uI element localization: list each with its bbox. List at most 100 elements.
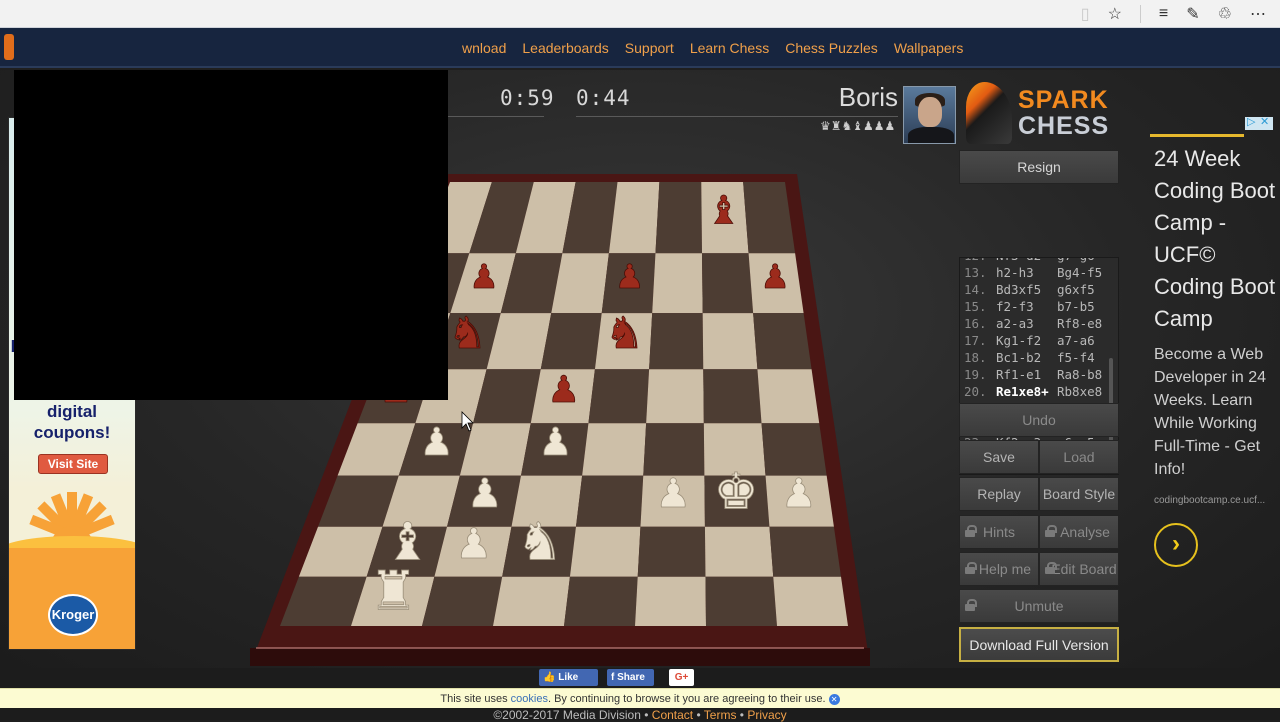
ad-url[interactable]: codingbootcamp.ce.ucf... <box>1154 495 1265 506</box>
board-square[interactable] <box>704 526 774 577</box>
white-pawn-piece[interactable]: ♟ <box>538 420 573 466</box>
white-pawn-piece[interactable]: ♟ <box>419 420 454 466</box>
board-square[interactable] <box>748 253 804 314</box>
black-move[interactable]: b7-b5 <box>1057 299 1117 316</box>
black-pawn-piece[interactable]: ♟ <box>469 257 500 297</box>
board-square[interactable] <box>582 423 647 476</box>
board-square[interactable] <box>502 526 576 577</box>
move-row[interactable]: 17. Kg1-f2 a7-a6 <box>964 333 1117 350</box>
unmute-button[interactable]: Unmute <box>959 589 1119 623</box>
board-square[interactable] <box>702 313 758 370</box>
board-square[interactable] <box>769 526 842 577</box>
board-square[interactable] <box>601 253 656 314</box>
white-pawn-piece[interactable]: ♟ <box>466 471 503 518</box>
board-square[interactable] <box>765 475 834 527</box>
ad-arrow-button[interactable]: › <box>1154 523 1198 567</box>
hints-button[interactable]: Hints <box>959 515 1039 549</box>
white-move[interactable]: h2-h3 <box>996 265 1057 282</box>
board-square[interactable] <box>655 182 703 254</box>
board-square[interactable] <box>351 576 435 626</box>
black-move[interactable]: Rf8-e8 <box>1057 316 1117 333</box>
cookies-link[interactable]: cookies <box>511 693 548 705</box>
white-pawn-piece[interactable]: ♟ <box>455 519 493 569</box>
facebook-like-button[interactable]: 👍 Like 52K <box>539 669 598 700</box>
board-square[interactable] <box>515 182 576 254</box>
white-pawn-piece[interactable]: ♟ <box>655 471 692 518</box>
edit-board-button[interactable]: Edit Board <box>1039 552 1119 586</box>
white-move[interactable]: Re1xe8+ <box>996 384 1057 401</box>
help-me-button[interactable]: Help me <box>959 552 1039 586</box>
black-pawn-piece[interactable]: ♟ <box>760 257 791 297</box>
black-knight-piece[interactable]: ♞ <box>447 307 487 359</box>
save-button[interactable]: Save <box>959 440 1039 474</box>
move-row[interactable]: 16. a2-a3 Rf8-e8 <box>964 316 1117 333</box>
board-square[interactable] <box>569 526 641 577</box>
visit-site-button[interactable]: Visit Site <box>38 454 108 474</box>
ad-close-icon[interactable]: ✕ <box>1260 115 1269 128</box>
move-row[interactable]: 19. Rf1-e1 Ra8-b8 <box>964 367 1117 384</box>
board-square[interactable] <box>551 253 609 314</box>
board-square[interactable] <box>757 369 820 424</box>
move-row[interactable]: 15. f2-f3 b7-b5 <box>964 299 1117 316</box>
board-square[interactable] <box>446 475 521 527</box>
board-square[interactable] <box>530 369 595 424</box>
share-icon[interactable]: ♲ <box>1218 4 1232 24</box>
board-square[interactable] <box>469 182 534 254</box>
white-move[interactable]: Bd3xf5 <box>996 282 1057 299</box>
white-bishop-piece[interactable]: ♝ <box>384 512 431 573</box>
board-square[interactable] <box>640 475 705 527</box>
board-square[interactable] <box>500 253 563 314</box>
reading-view-icon[interactable]: ▯ <box>1081 4 1090 24</box>
move-row[interactable]: 20. Re1xe8+ Rb8xe8 <box>964 384 1117 401</box>
board-square[interactable] <box>701 182 749 254</box>
board-square[interactable] <box>540 313 602 370</box>
board-square[interactable] <box>649 313 704 370</box>
board-square[interactable] <box>450 253 516 314</box>
black-move[interactable]: Rb8xe8 <box>1057 384 1117 401</box>
download-full-version-button[interactable]: Download Full Version <box>959 627 1119 662</box>
board-square[interactable] <box>702 253 754 314</box>
board-square[interactable] <box>520 423 589 476</box>
white-move[interactable]: Kg1-f2 <box>996 333 1057 350</box>
nav-link-learn-chess[interactable]: Learn Chess <box>690 40 769 56</box>
board-square[interactable] <box>588 369 650 424</box>
white-move[interactable]: Bc1-b2 <box>996 350 1057 367</box>
white-knight-piece[interactable]: ♞ <box>516 512 564 573</box>
board-square[interactable] <box>743 182 796 254</box>
google-plus-button[interactable]: G+ <box>669 669 694 686</box>
white-move[interactable]: f2-f3 <box>996 299 1057 316</box>
nav-link-support[interactable]: Support <box>625 40 674 56</box>
analyse-button[interactable]: Analyse <box>1039 515 1119 549</box>
black-move[interactable]: g6xf5 <box>1057 282 1117 299</box>
undo-button[interactable]: Undo <box>959 403 1119 437</box>
load-button[interactable]: Load <box>1039 440 1119 474</box>
board-square[interactable] <box>594 313 653 370</box>
board-square[interactable] <box>473 369 541 424</box>
board-square[interactable] <box>434 526 512 577</box>
board-square[interactable] <box>280 576 367 626</box>
white-move[interactable]: Nf3-d2 <box>996 258 1057 265</box>
black-move[interactable]: g7-g6 <box>1057 258 1117 265</box>
board-square[interactable] <box>564 576 638 626</box>
board-square[interactable] <box>575 475 644 527</box>
white-king-piece[interactable]: ♚ <box>713 462 759 521</box>
board-square[interactable] <box>511 475 583 527</box>
ad-headline[interactable]: 24 Week Coding Boot Camp - UCF© Coding B… <box>1154 143 1280 335</box>
board-square[interactable] <box>398 423 474 476</box>
white-rook-piece[interactable]: ♜ <box>369 559 418 623</box>
board-square[interactable] <box>608 182 660 254</box>
board-square[interactable] <box>652 253 703 314</box>
right-advertisement[interactable]: ▷ ✕ 24 Week Coding Boot Camp - UCF© Codi… <box>1150 115 1280 585</box>
white-move[interactable]: Rf1-e1 <box>996 367 1057 384</box>
move-row[interactable]: 14. Bd3xf5 g6xf5 <box>964 282 1117 299</box>
move-row[interactable]: 13. h2-h3 Bg4-f5 <box>964 265 1117 282</box>
cookie-close-icon[interactable]: ✕ <box>828 693 840 705</box>
nav-link-leaderboards[interactable]: Leaderboards <box>522 40 608 56</box>
board-square[interactable] <box>761 423 827 476</box>
board-square[interactable] <box>773 576 848 626</box>
board-square[interactable] <box>366 526 447 577</box>
board-square[interactable] <box>703 369 762 424</box>
nav-link-download[interactable]: wnload <box>462 40 506 56</box>
board-square[interactable] <box>382 475 460 527</box>
white-pawn-piece[interactable]: ♟ <box>781 471 818 518</box>
